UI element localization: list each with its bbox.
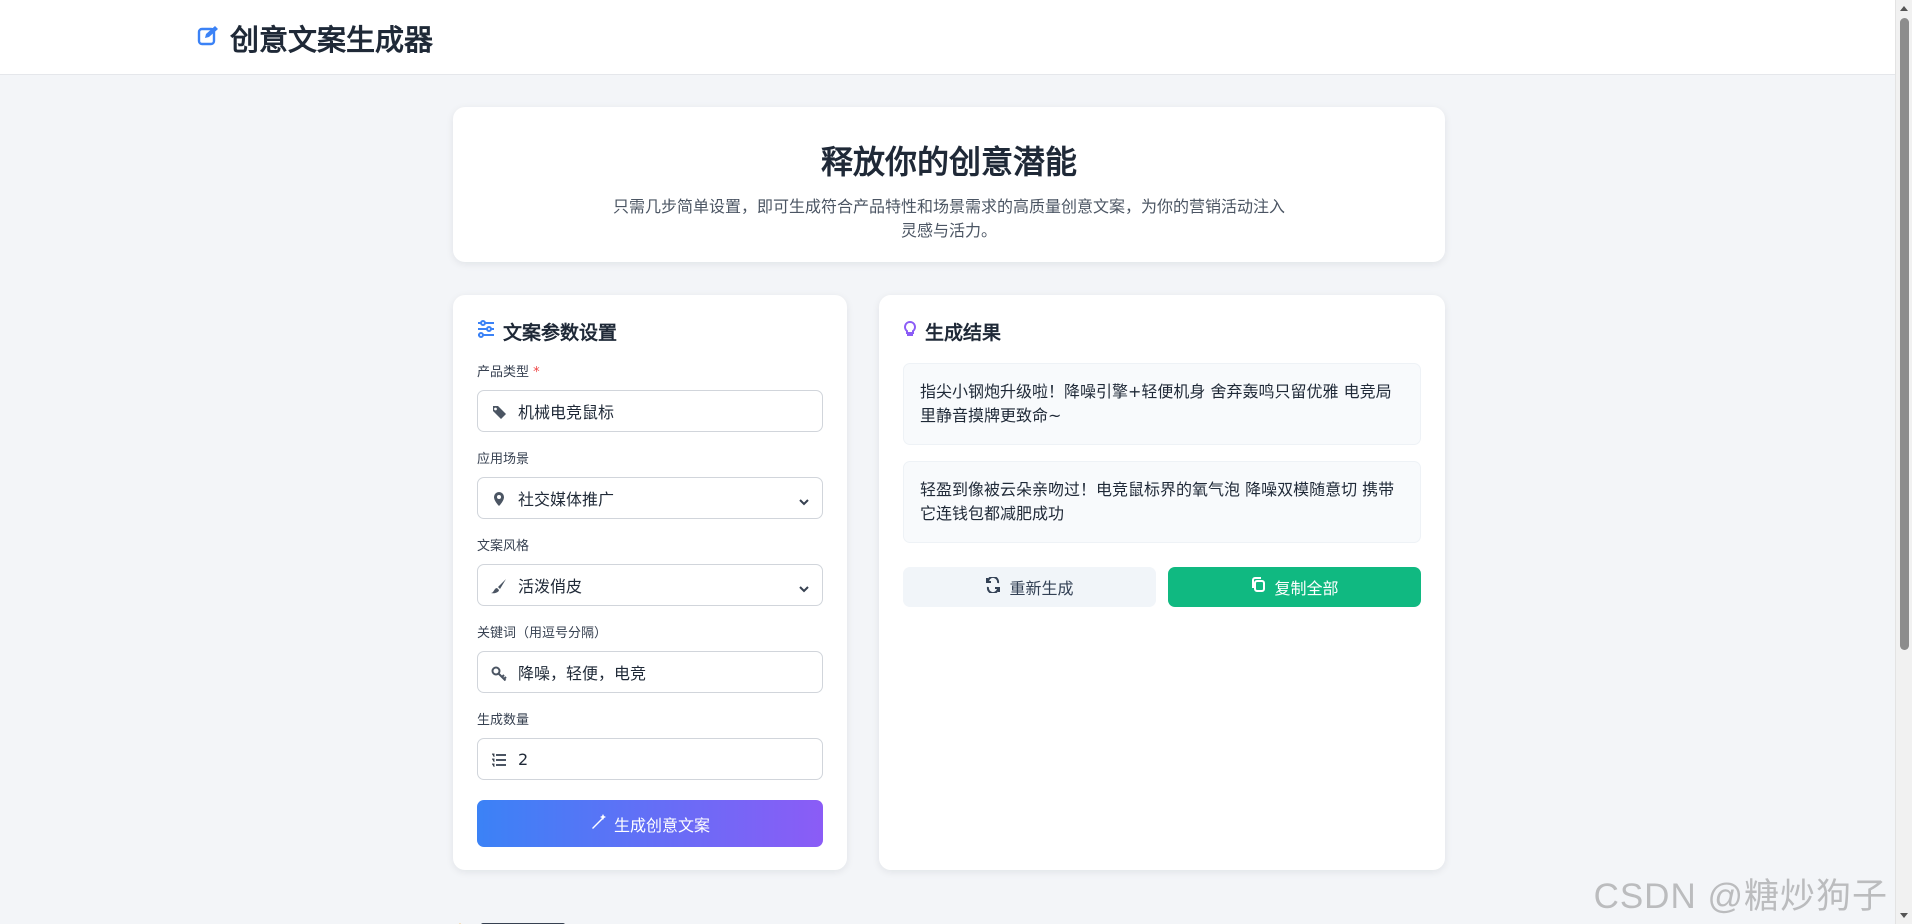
result-item[interactable]: 轻盈到像被云朵亲吻过！电竞鼠标界的氧气泡 降噪双模随意切 携带它连钱包都减肥成功 [903, 461, 1421, 543]
keywords-field: 关键词（用逗号分隔） 降噪，轻便，电竞 [477, 626, 823, 693]
required-marker: * [533, 365, 540, 380]
product-type-label: 产品类型 * [477, 365, 540, 380]
lightbulb-icon [903, 320, 917, 343]
quantity-value: 2 [518, 749, 529, 769]
keywords-value: 降噪，轻便，电竞 [518, 664, 647, 683]
generate-copy-button[interactable]: 生成创意文案 [477, 800, 823, 847]
paint-brush-icon [491, 578, 507, 594]
hero-title: 释放你的创意潜能 [820, 143, 1077, 181]
product-type-input[interactable]: 机械电竞鼠标 [477, 390, 823, 432]
generate-button-label: 生成创意文案 [613, 815, 710, 835]
scroll-up-arrow-icon[interactable] [1900, 6, 1908, 11]
next-section-heading-peek [453, 914, 573, 924]
vertical-scrollbar[interactable] [1895, 0, 1912, 924]
style-select[interactable]: 活泼俏皮 [477, 564, 823, 606]
watermark: CSDN @糖炒狗子 [1593, 877, 1888, 916]
generation-result-card: 生成结果 指尖小钢炮升级啦！降噪引擎+轻便机身 舍弃轰鸣只留优雅 电竞局里静音摸… [879, 295, 1445, 870]
parameter-settings-card: 文案参数设置 产品类型 * 机械电竞鼠标 应用场景 社交媒体推广 文案风格 活泼… [453, 295, 847, 870]
style-value: 活泼俏皮 [518, 577, 583, 596]
app-title: 创意文案生成器 [230, 23, 434, 57]
scenario-label: 应用场景 [477, 452, 530, 467]
edit-icon [196, 24, 220, 52]
scenario-select[interactable]: 社交媒体推广 [477, 477, 823, 519]
result-actions: 重新生成 复制全部 [903, 567, 1421, 607]
chevron-down-icon[interactable] [798, 493, 810, 512]
quantity-field: 生成数量 2 [477, 713, 823, 780]
chevron-down-icon[interactable] [798, 580, 810, 599]
location-pin-icon [491, 491, 507, 507]
section-title-text: 文案参数设置 [503, 321, 618, 344]
quantity-label: 生成数量 [477, 713, 530, 728]
hero-card: 释放你的创意潜能 只需几步简单设置，即可生成符合产品特性和场景需求的高质量创意文… [453, 107, 1445, 262]
magic-wand-icon [590, 813, 606, 834]
refresh-icon [985, 575, 1001, 597]
hero-description: 只需几步简单设置，即可生成符合产品特性和场景需求的高质量创意文案，为你的营销活动… [612, 197, 1285, 240]
keywords-input[interactable]: 降噪，轻便，电竞 [477, 651, 823, 693]
scroll-down-arrow-icon[interactable] [1900, 913, 1908, 918]
top-navigation-bar: 创意文案生成器 [0, 0, 1895, 75]
list-icon [491, 752, 507, 768]
result-title-text: 生成结果 [925, 321, 1002, 344]
scenario-value: 社交媒体推广 [518, 490, 615, 509]
product-type-value: 机械电竞鼠标 [518, 403, 615, 422]
style-label: 文案风格 [477, 539, 530, 554]
brand: 创意文案生成器 [196, 20, 434, 57]
parameter-settings-title: 文案参数设置 [477, 319, 823, 344]
style-field: 文案风格 活泼俏皮 [477, 539, 823, 606]
quantity-input[interactable]: 2 [477, 738, 823, 780]
result-item[interactable]: 指尖小钢炮升级啦！降噪引擎+轻便机身 舍弃轰鸣只留优雅 电竞局里静音摸牌更致命~ [903, 363, 1421, 445]
scrollbar-thumb[interactable] [1900, 18, 1909, 650]
scenario-field: 应用场景 社交媒体推广 [477, 452, 823, 519]
copy-all-button[interactable]: 复制全部 [1168, 567, 1421, 607]
tag-icon [491, 404, 507, 420]
sliders-icon [477, 319, 495, 343]
regenerate-button[interactable]: 重新生成 [903, 567, 1156, 607]
key-icon [491, 665, 507, 682]
copy-all-label: 复制全部 [1274, 579, 1339, 598]
product-type-field: 产品类型 * 机械电竞鼠标 [477, 365, 823, 432]
keywords-label: 关键词（用逗号分隔） [477, 626, 608, 641]
copy-icon [1250, 577, 1266, 597]
regenerate-label: 重新生成 [1009, 579, 1074, 598]
result-title: 生成结果 [903, 319, 1421, 344]
